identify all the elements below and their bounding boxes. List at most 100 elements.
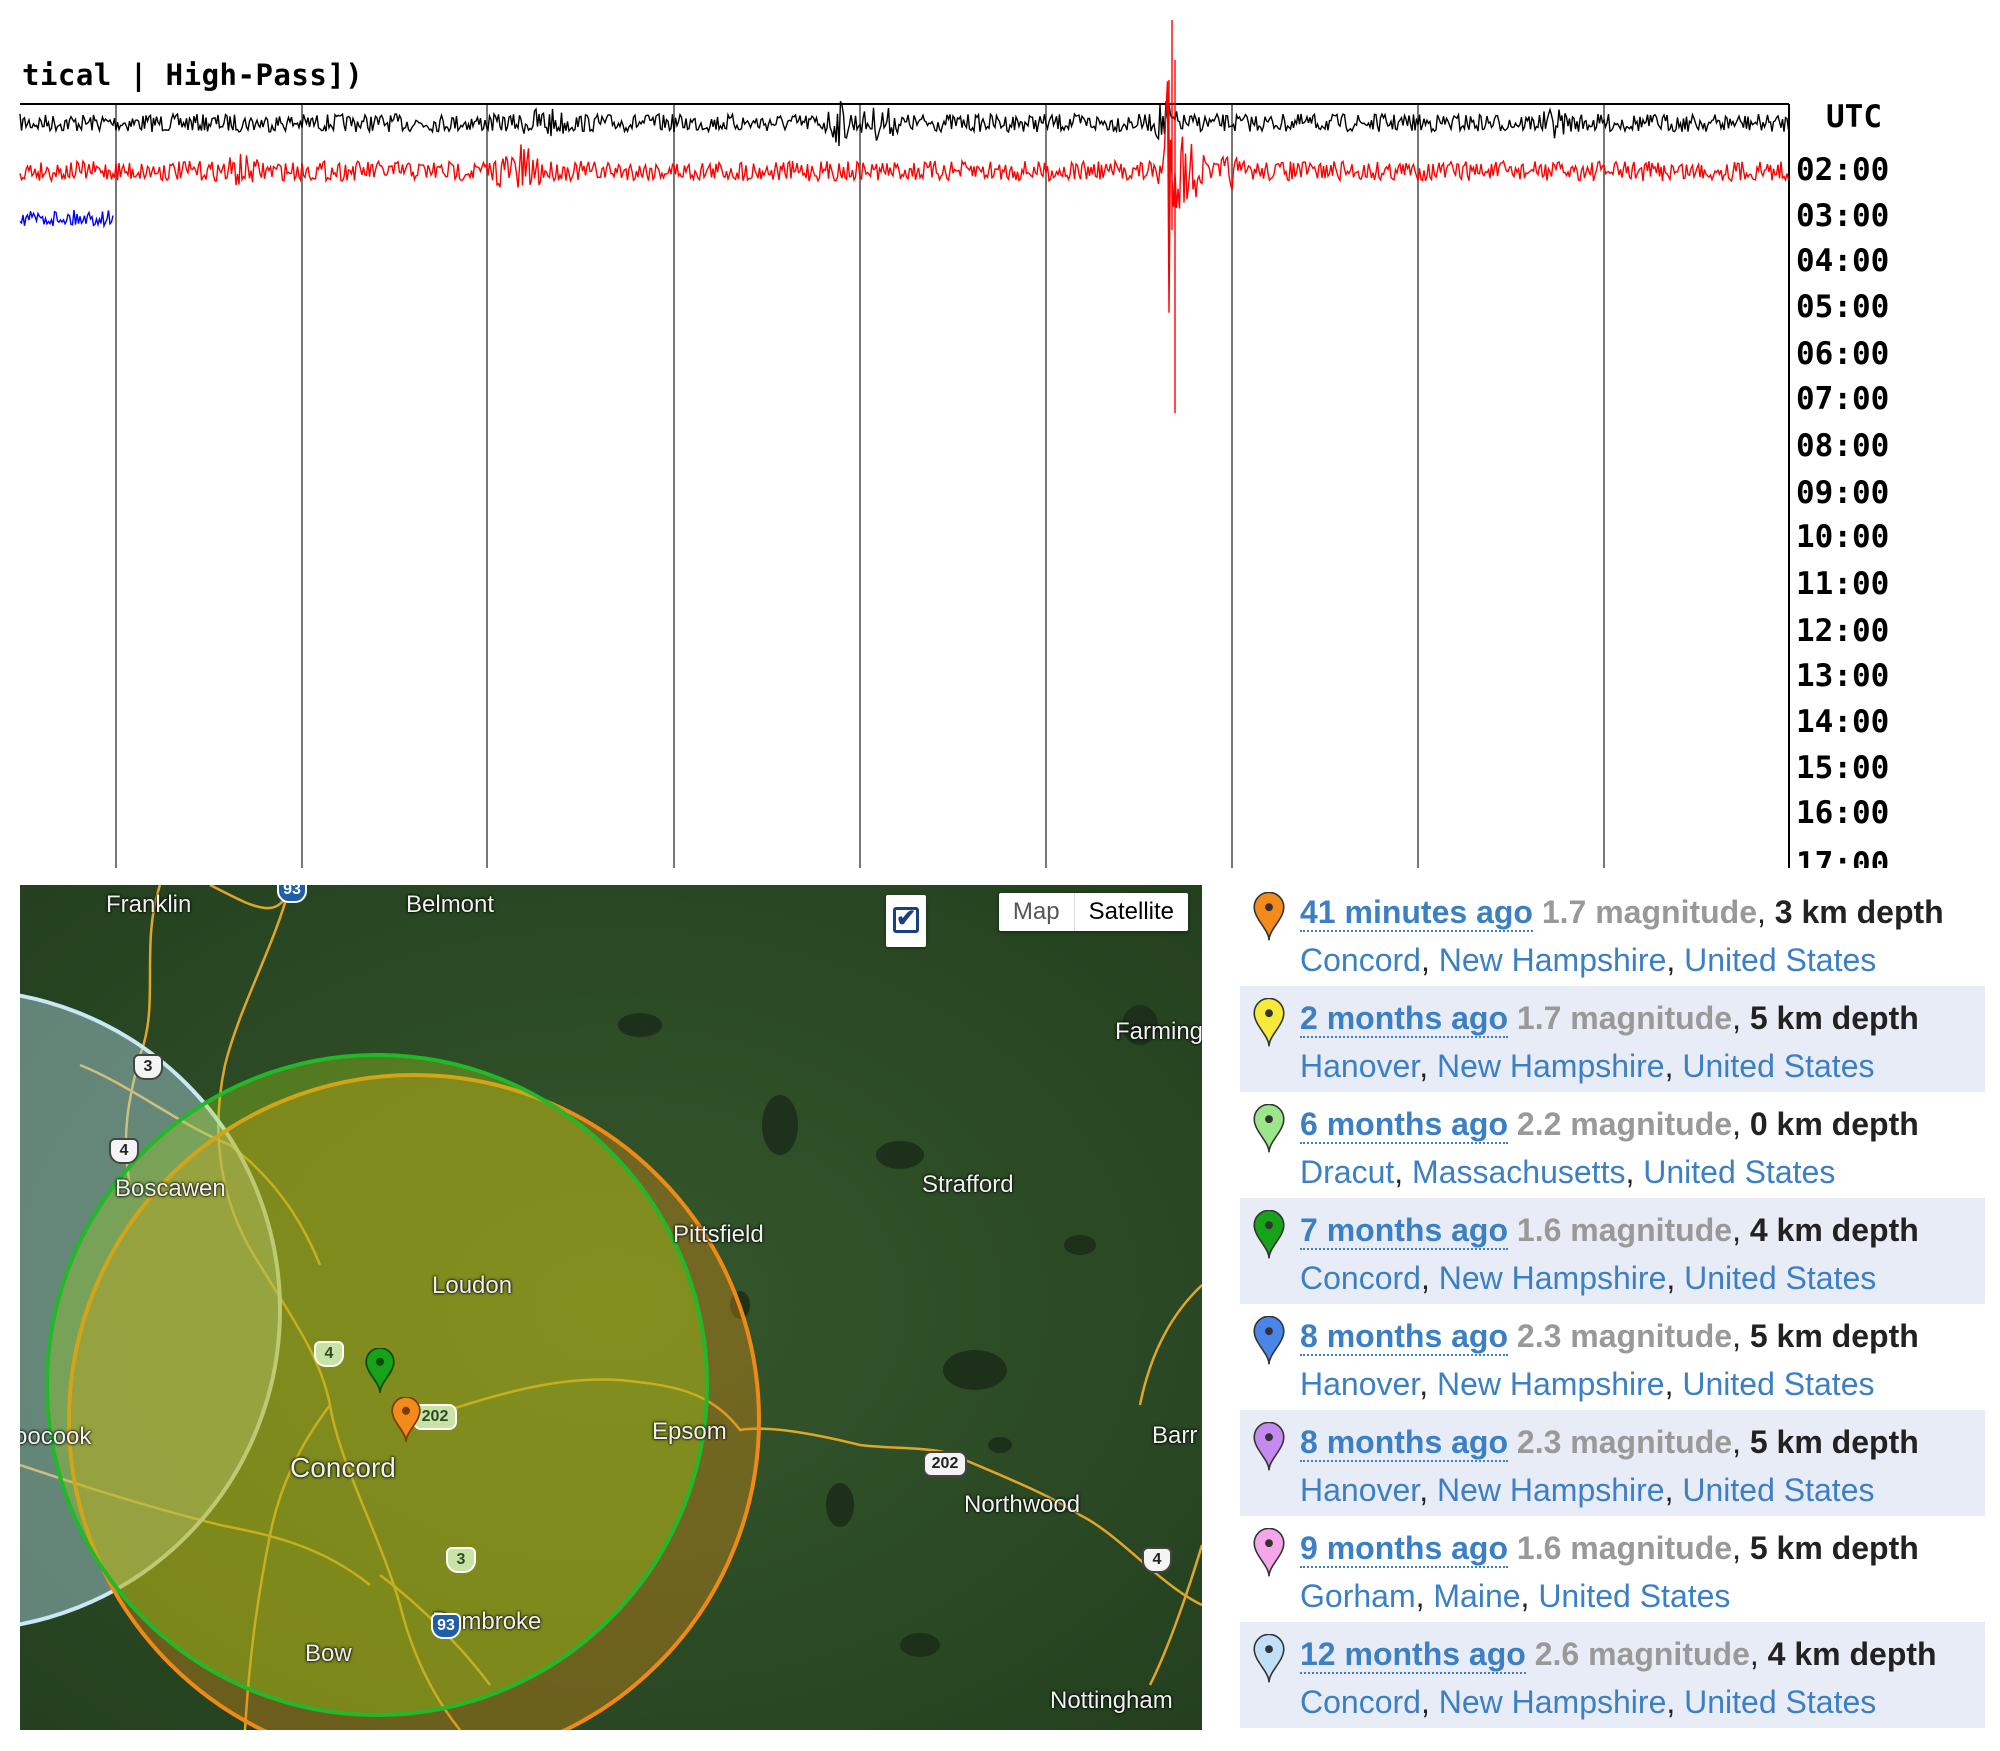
map-place-label: Northwood: [964, 1491, 1081, 1518]
map-pin-icon: [1253, 1315, 1285, 1379]
earthquake-list: 41 minutes ago 1.7 magnitude, 3 km depth…: [1240, 880, 1985, 1728]
quake-depth: 0 km depth: [1749, 1106, 1919, 1142]
map-type-control[interactable]: Map Satellite: [998, 893, 1188, 931]
map-place-label: Nottingham: [1050, 1687, 1173, 1714]
seismogram-grid: [115, 104, 1605, 868]
quake-time-link[interactable]: 7 months ago: [1300, 1212, 1509, 1250]
quake-list-item[interactable]: 12 months ago 2.6 magnitude, 4 km depth C…: [1240, 1622, 1985, 1728]
map-pin-icon: [1253, 1103, 1285, 1167]
quake-depth: 5 km depth: [1749, 1424, 1919, 1460]
route-shield: 93: [431, 1613, 461, 1639]
quake-list-item[interactable]: 9 months ago 1.6 magnitude, 5 km depth Go…: [1240, 1516, 1985, 1622]
time-label: 10:00: [1796, 519, 1890, 555]
map-place-label: oocook: [20, 1423, 92, 1450]
quake-state-link[interactable]: New Hampshire: [1439, 1684, 1667, 1720]
map-place-label: Franklin: [106, 891, 192, 918]
route-shield: 4: [1142, 1547, 1172, 1573]
map-pin-icon: [1253, 1633, 1285, 1697]
quake-state-link[interactable]: Maine: [1433, 1578, 1520, 1614]
overlay-toggle[interactable]: ✔: [886, 895, 926, 947]
route-shield: 202: [923, 1451, 967, 1477]
quake-city-link[interactable]: Dracut: [1300, 1154, 1394, 1190]
quake-list-item[interactable]: 6 months ago 2.2 magnitude, 0 km depth Dr…: [1240, 1092, 1985, 1198]
map-place-label: Loudon: [432, 1272, 513, 1299]
seismogram-panel: tical | High-Pass]) UTC 02:00 03:00 04:00 0…: [0, 0, 2000, 868]
quake-city-link[interactable]: Hanover: [1300, 1472, 1419, 1508]
time-label: 13:00: [1796, 658, 1890, 694]
quake-city-link[interactable]: Hanover: [1300, 1366, 1419, 1402]
quake-state-link[interactable]: New Hampshire: [1439, 1260, 1667, 1296]
quake-city-link[interactable]: Hanover: [1300, 1048, 1419, 1084]
map-place-label: Boscawen: [115, 1175, 226, 1202]
quake-list-item[interactable]: 2 months ago 1.7 magnitude, 5 km depth Ha…: [1240, 986, 1985, 1092]
quake-state-link[interactable]: New Hampshire: [1439, 942, 1667, 978]
quake-time-link[interactable]: 2 months ago: [1300, 1000, 1509, 1038]
quake-depth: 4 km depth: [1767, 1636, 1937, 1672]
time-label: 09:00: [1796, 475, 1890, 511]
quake-time-link[interactable]: 41 minutes ago: [1300, 894, 1533, 932]
quake-magnitude: 2.6 magnitude: [1534, 1636, 1750, 1672]
quake-list-item[interactable]: 8 months ago 2.3 magnitude, 5 km depth Ha…: [1240, 1410, 1985, 1516]
map-pin-icon: [1253, 1209, 1285, 1273]
time-label: 08:00: [1796, 428, 1890, 464]
quake-magnitude: 1.7 magnitude: [1541, 894, 1757, 930]
time-label: 04:00: [1796, 243, 1890, 279]
quake-country-link[interactable]: United States: [1684, 942, 1876, 978]
map-type-map-button[interactable]: Map: [999, 893, 1074, 931]
time-label: 12:00: [1796, 613, 1890, 649]
route-shield: 93: [277, 885, 307, 903]
quake-country-link[interactable]: United States: [1538, 1578, 1730, 1614]
quake-country-link[interactable]: United States: [1684, 1260, 1876, 1296]
quake-country-link[interactable]: United States: [1682, 1472, 1874, 1508]
checkbox-checked-icon[interactable]: ✔: [893, 907, 919, 933]
earthquake-map[interactable]: Franklin Belmont Farming Boscawen Straff…: [20, 885, 1202, 1730]
quake-city-link[interactable]: Gorham: [1300, 1578, 1416, 1614]
time-label: 06:00: [1796, 336, 1890, 372]
quake-country-link[interactable]: United States: [1684, 1684, 1876, 1720]
quake-state-link[interactable]: New Hampshire: [1437, 1472, 1665, 1508]
time-label: 16:00: [1796, 795, 1890, 831]
time-label: 05:00: [1796, 289, 1890, 325]
quake-city-link[interactable]: Concord: [1300, 1684, 1421, 1720]
map-background: [20, 885, 1202, 1730]
quake-city-link[interactable]: Concord: [1300, 1260, 1421, 1296]
map-place-label: Epsom: [652, 1418, 727, 1445]
seismogram-title: tical | High-Pass]): [22, 58, 364, 92]
quake-depth: 5 km depth: [1749, 1000, 1919, 1036]
quake-state-link[interactable]: Massachusetts: [1412, 1154, 1625, 1190]
quake-time-link[interactable]: 12 months ago: [1300, 1636, 1526, 1674]
quake-time-link[interactable]: 9 months ago: [1300, 1530, 1509, 1568]
map-place-label: Pittsfield: [673, 1221, 764, 1248]
map-place-label: Barr: [1152, 1422, 1198, 1449]
quake-depth: 5 km depth: [1749, 1318, 1919, 1354]
quake-list-item[interactable]: 8 months ago 2.3 magnitude, 5 km depth Ha…: [1240, 1304, 1985, 1410]
quake-country-link[interactable]: United States: [1682, 1048, 1874, 1084]
quake-magnitude: 2.2 magnitude: [1516, 1106, 1733, 1142]
quake-time-link[interactable]: 8 months ago: [1300, 1424, 1509, 1462]
quake-state-link[interactable]: New Hampshire: [1437, 1366, 1665, 1402]
route-shield: 4: [109, 1138, 139, 1164]
map-place-label: Belmont: [406, 891, 495, 918]
route-shield: 3: [446, 1547, 476, 1573]
quake-magnitude: 2.3 magnitude: [1516, 1318, 1733, 1354]
map-place-label: Concord: [290, 1452, 396, 1483]
time-label: 03:00: [1796, 198, 1890, 234]
seismic-trace-black: [19, 100, 1790, 147]
map-pin-icon: [1253, 997, 1285, 1061]
quake-time-link[interactable]: 6 months ago: [1300, 1106, 1509, 1144]
map-place-label: Strafford: [922, 1171, 1014, 1198]
map-marker-orange[interactable]: [391, 1397, 421, 1443]
quake-time-link[interactable]: 8 months ago: [1300, 1318, 1509, 1356]
quake-country-link[interactable]: United States: [1643, 1154, 1835, 1190]
quake-magnitude: 1.7 magnitude: [1516, 1000, 1733, 1036]
map-marker-green[interactable]: [365, 1348, 395, 1394]
time-label: 17:00: [1796, 846, 1890, 868]
quake-country-link[interactable]: United States: [1682, 1366, 1874, 1402]
quake-state-link[interactable]: New Hampshire: [1437, 1048, 1665, 1084]
map-type-satellite-button[interactable]: Satellite: [1073, 893, 1188, 931]
quake-list-item[interactable]: 41 minutes ago 1.7 magnitude, 3 km depth…: [1240, 880, 1985, 986]
quake-list-item[interactable]: 7 months ago 1.6 magnitude, 4 km depth Co…: [1240, 1198, 1985, 1304]
seismic-trace-blue: [19, 210, 114, 229]
route-shield: 4: [314, 1341, 344, 1367]
quake-city-link[interactable]: Concord: [1300, 942, 1421, 978]
